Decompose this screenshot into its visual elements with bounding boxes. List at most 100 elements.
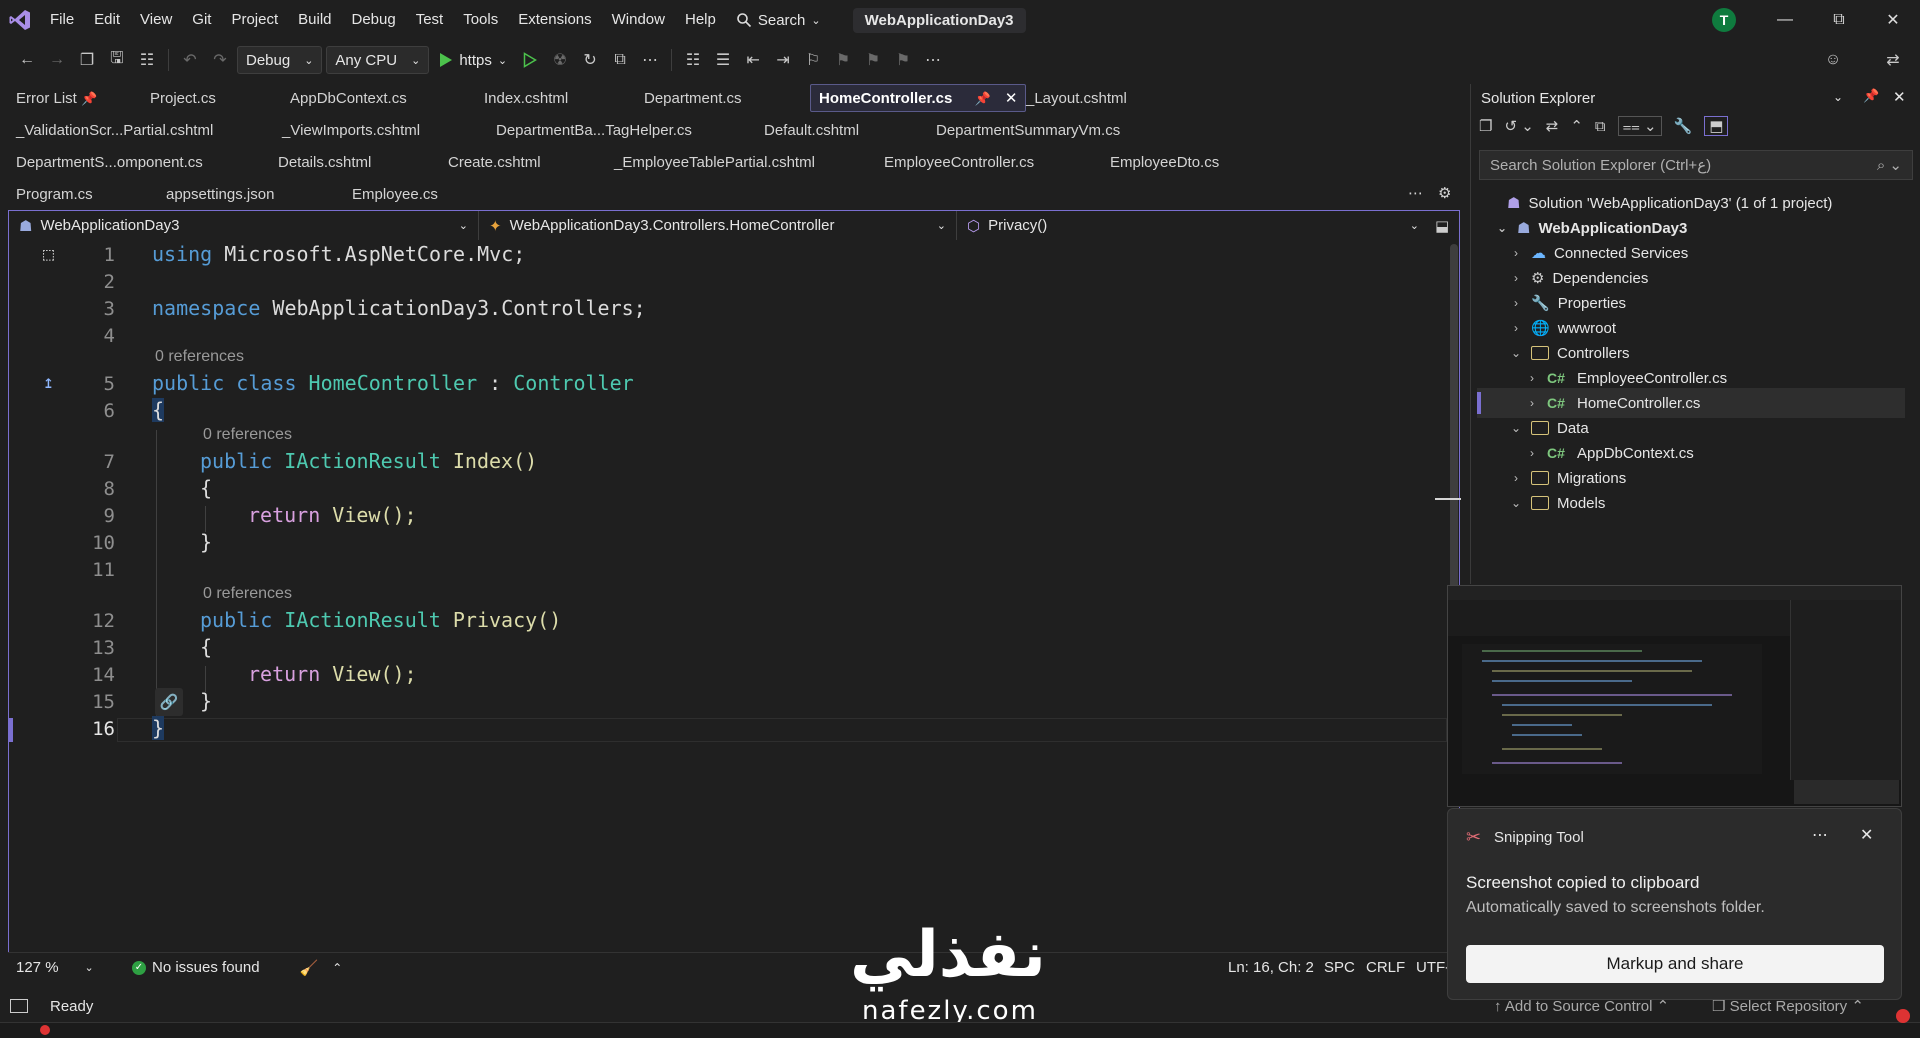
chevron-down-icon[interactable]: ⌄	[1509, 496, 1523, 510]
pin-icon[interactable]: 📌	[81, 91, 97, 106]
start-without-debugging-icon[interactable]	[517, 47, 543, 73]
menu-build[interactable]: Build	[288, 0, 341, 40]
filter-icon[interactable]: ⩵ ⌄	[1617, 116, 1662, 136]
menu-window[interactable]: Window	[602, 0, 675, 40]
code-editor[interactable]: ⬚ ↥ 1 2 3 4 5 6 7 8 9 10 11 12 13 14 15 …	[8, 240, 1461, 982]
more-icon[interactable]: ⋯	[920, 47, 946, 73]
tab-departmentsummarycomponent[interactable]: DepartmentS...omponent.cs	[16, 154, 203, 171]
menu-tools[interactable]: Tools	[453, 0, 508, 40]
save-icon[interactable]: 🖫	[104, 47, 130, 73]
tab-layout-cshtml[interactable]: _Layout.cshtml	[1026, 90, 1127, 107]
chevron-down-icon[interactable]: ⌄	[1509, 346, 1523, 360]
quick-actions-icon[interactable]: ⬚	[43, 244, 54, 265]
zoom-select[interactable]: 127 % ⌄	[8, 959, 118, 976]
bookmark-prev-icon[interactable]: ⚑	[830, 47, 856, 73]
new-item-icon[interactable]: ❐	[74, 47, 100, 73]
properties-icon[interactable]: 🔧	[1674, 117, 1693, 135]
restore-icon[interactable]: ⧉	[1814, 0, 1864, 40]
whitespace-mode[interactable]: SPC	[1324, 959, 1355, 976]
chevron-down-icon[interactable]: ⌄	[1509, 421, 1523, 435]
menu-help[interactable]: Help	[675, 0, 726, 40]
tab-departmentbadge[interactable]: DepartmentBa...TagHelper.cs	[496, 122, 692, 139]
tab-error-list[interactable]: Error List 📌	[16, 90, 97, 107]
search-menu[interactable]: Search ⌄	[726, 12, 831, 29]
configuration-select[interactable]: Debug ⌄	[237, 46, 323, 74]
chevron-up-icon[interactable]: ⌃	[332, 961, 342, 975]
tab-departmentsummaryvm[interactable]: DepartmentSummaryVm.cs	[936, 122, 1120, 139]
markup-and-share-button[interactable]: Markup and share	[1466, 945, 1884, 983]
outdent-icon[interactable]: ⇤	[740, 47, 766, 73]
bookmark-next-icon[interactable]: ⚑	[860, 47, 886, 73]
chevron-down-icon[interactable]: ⌄	[1495, 221, 1509, 235]
save-all-icon[interactable]: ☷	[134, 47, 160, 73]
encoding[interactable]: UTF-	[1416, 959, 1450, 976]
member-dropdown[interactable]: ⬡ Privacy() ⌄	[957, 211, 1429, 240]
close-icon[interactable]: ✕	[1893, 88, 1906, 106]
screenshot-thumbnail[interactable]	[1447, 585, 1902, 807]
tab-program-cs[interactable]: Program.cs	[16, 186, 93, 203]
menu-git[interactable]: Git	[182, 0, 221, 40]
project-dropdown[interactable]: ☗ WebApplicationDay3 ⌄	[9, 211, 479, 240]
tab-appsettings-json[interactable]: appsettings.json	[166, 186, 274, 203]
output-icon[interactable]	[10, 999, 28, 1013]
split-editor-icon[interactable]: ⬓	[1435, 217, 1449, 235]
codelens-references[interactable]: 0 references	[203, 585, 292, 603]
menu-extensions[interactable]: Extensions	[508, 0, 601, 40]
chevron-right-icon[interactable]: ›	[1525, 446, 1539, 460]
more-icon[interactable]: ⋯	[637, 47, 663, 73]
pin-icon[interactable]: 📌	[1863, 88, 1879, 104]
tab-validationscripts[interactable]: _ValidationScr...Partial.cshtml	[16, 122, 213, 139]
chevron-right-icon[interactable]: ›	[1509, 271, 1523, 285]
issues-indicator[interactable]: ✓ No issues found	[132, 959, 260, 976]
menu-file[interactable]: File	[40, 0, 84, 40]
refresh-icon[interactable]: ↻	[577, 47, 603, 73]
more-options-icon[interactable]: ⋯	[1812, 825, 1828, 845]
close-tab-icon[interactable]: ✕	[1005, 90, 1018, 107]
menu-project[interactable]: Project	[221, 0, 288, 40]
solution-search-input[interactable]: Search Solution Explorer (Ctrl+ع) ⌕ ⌄	[1479, 150, 1913, 180]
chevron-down-icon[interactable]: ⌄	[1833, 90, 1843, 104]
tab-overflow-icon[interactable]: ⋯	[1408, 184, 1423, 202]
class-dropdown[interactable]: ✦ WebApplicationDay3.Controllers.HomeCon…	[479, 211, 957, 240]
tab-create-cshtml[interactable]: Create.cshtml	[448, 154, 541, 171]
comment-icon[interactable]: ☷	[680, 47, 706, 73]
inheritance-margin-icon[interactable]: ↥	[43, 372, 54, 393]
collapse-all-icon[interactable]: ⌃	[1570, 117, 1583, 135]
browser-link-icon[interactable]: ⧉	[607, 47, 633, 73]
menu-test[interactable]: Test	[406, 0, 454, 40]
preview-icon[interactable]: ⬒	[1704, 116, 1729, 136]
indent-icon[interactable]: ⇥	[770, 47, 796, 73]
tab-employeedto[interactable]: EmployeeDto.cs	[1110, 154, 1219, 171]
codelens-references[interactable]: 0 references	[203, 426, 292, 444]
close-icon[interactable]: ✕	[1860, 825, 1873, 845]
chevron-right-icon[interactable]: ›	[1509, 471, 1523, 485]
code-cleanup-icon[interactable]: 🧹	[300, 959, 319, 977]
chevron-right-icon[interactable]: ›	[1525, 371, 1539, 385]
sync-icon[interactable]: ⇄	[1546, 117, 1559, 135]
tab-appdbcontext-cs[interactable]: AppDbContext.cs	[290, 90, 407, 107]
tab-employeecontroller[interactable]: EmployeeController.cs	[884, 154, 1034, 171]
uncomment-icon[interactable]: ☰	[710, 47, 736, 73]
tree-item-models[interactable]: ⌄ Models	[1509, 488, 1605, 518]
tab-employee-cs[interactable]: Employee.cs	[352, 186, 438, 203]
gear-icon[interactable]: ⚙	[1438, 184, 1451, 202]
forward-icon[interactable]: →	[44, 47, 70, 73]
menu-edit[interactable]: Edit	[84, 0, 130, 40]
tab-project-cs[interactable]: Project.cs	[150, 90, 216, 107]
menu-view[interactable]: View	[130, 0, 182, 40]
chevron-right-icon[interactable]: ›	[1509, 321, 1523, 335]
history-icon[interactable]: ↺ ⌄	[1504, 117, 1533, 135]
avatar[interactable]: T	[1712, 8, 1736, 32]
show-all-files-icon[interactable]: ⧉	[1595, 118, 1606, 135]
platform-select[interactable]: Any CPU ⌄	[326, 46, 430, 74]
run-button[interactable]: https ⌄	[433, 52, 513, 69]
menu-debug[interactable]: Debug	[342, 0, 406, 40]
redo-icon[interactable]: ↷	[207, 47, 233, 73]
tab-details-cshtml[interactable]: Details.cshtml	[278, 154, 371, 171]
live-share-icon[interactable]: ⇄	[1880, 47, 1906, 73]
tab-department-cs[interactable]: Department.cs	[644, 90, 742, 107]
tab-viewimports[interactable]: _ViewImports.cshtml	[282, 122, 420, 139]
minimize-icon[interactable]: —	[1760, 0, 1810, 40]
undo-icon[interactable]: ↶	[177, 47, 203, 73]
back-icon[interactable]: ←	[14, 47, 40, 73]
